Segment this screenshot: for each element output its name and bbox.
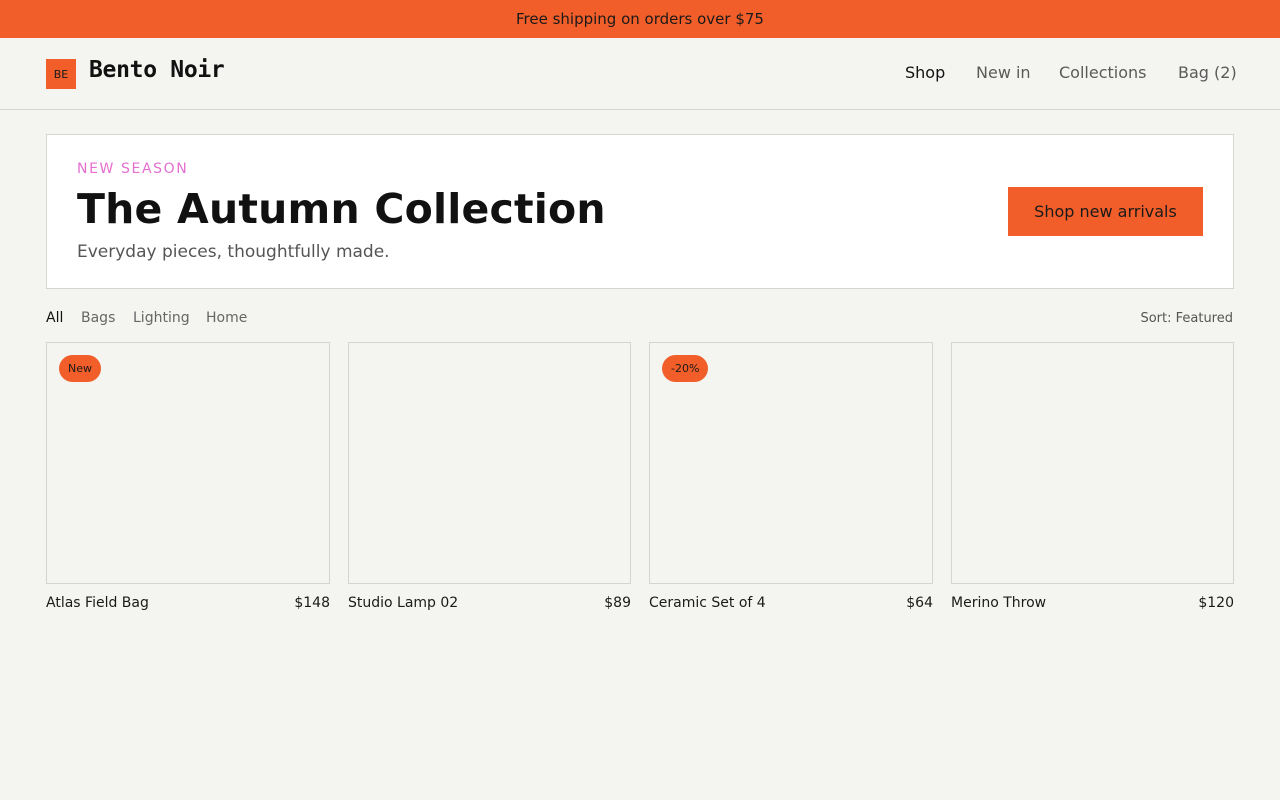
product-price: $89 <box>604 595 631 611</box>
product-badge: -20% <box>662 355 709 382</box>
shop-new-arrivals-button[interactable]: Shop new arrivals <box>1008 187 1203 236</box>
product-card[interactable]: Studio Lamp 02 $89 <box>348 342 631 611</box>
product-price: $120 <box>1198 595 1234 611</box>
hero-subtitle: Everyday pieces, thoughtfully made. <box>77 242 390 262</box>
product-image[interactable] <box>951 342 1234 584</box>
nav-item-collections[interactable]: Collections <box>1059 63 1146 82</box>
logo-mark[interactable]: BE <box>46 59 76 89</box>
product-card[interactable]: -20% Ceramic Set of 4 $64 <box>649 342 933 611</box>
product-name[interactable]: Merino Throw <box>951 595 1046 611</box>
nav-item-shop[interactable]: Shop <box>905 63 945 82</box>
product-price: $64 <box>906 595 933 611</box>
hero-title: The Autumn Collection <box>77 185 606 233</box>
nav-item-bag[interactable]: Bag (2) <box>1178 63 1237 82</box>
nav-item-new-in[interactable]: New in <box>976 63 1031 82</box>
product-image[interactable]: New <box>46 342 330 584</box>
product-card[interactable]: New Atlas Field Bag $148 <box>46 342 330 611</box>
tab-bags[interactable]: Bags <box>81 310 115 326</box>
hero-eyebrow: NEW SEASON <box>77 161 189 177</box>
tab-lighting[interactable]: Lighting <box>133 310 190 326</box>
product-card[interactable]: Merino Throw $120 <box>951 342 1234 611</box>
product-name[interactable]: Studio Lamp 02 <box>348 595 458 611</box>
product-name[interactable]: Atlas Field Bag <box>46 595 149 611</box>
product-image[interactable]: -20% <box>649 342 933 584</box>
product-price: $148 <box>294 595 330 611</box>
sort-dropdown[interactable]: Sort: Featured <box>1140 311 1233 326</box>
product-badge: New <box>59 355 101 382</box>
brand-name[interactable]: Bento Noir <box>89 57 225 83</box>
promo-banner: Free shipping on orders over $75 <box>0 0 1280 38</box>
product-image[interactable] <box>348 342 631 584</box>
tab-home[interactable]: Home <box>206 310 247 326</box>
tab-all[interactable]: All <box>46 310 63 326</box>
product-name[interactable]: Ceramic Set of 4 <box>649 595 766 611</box>
site-header: BE Bento Noir Shop New in Collections Ba… <box>0 38 1280 110</box>
promo-text: Free shipping on orders over $75 <box>516 10 764 28</box>
hero-banner: NEW SEASON The Autumn Collection Everyda… <box>46 134 1234 289</box>
